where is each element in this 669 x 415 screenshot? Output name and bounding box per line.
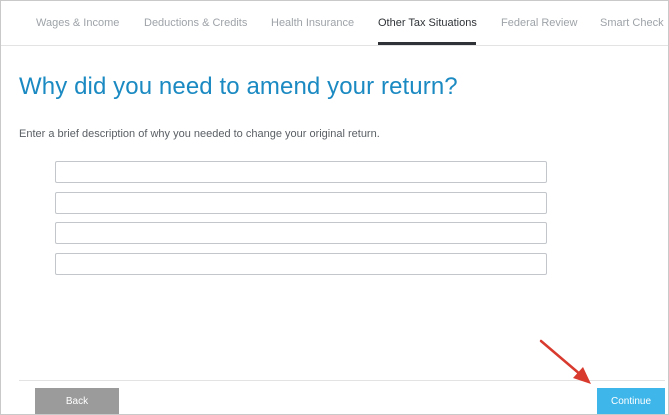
tab-other-tax-situations[interactable]: Other Tax Situations [378, 17, 477, 29]
red-arrow-icon [539, 339, 591, 384]
back-button[interactable]: Back [35, 388, 119, 414]
tab-federal-review[interactable]: Federal Review [501, 17, 577, 29]
step-tabs: Wages & Income Deductions & Credits Heal… [1, 1, 668, 46]
page-title: Why did you need to amend your return? [19, 73, 458, 100]
tab-health-insurance[interactable]: Health Insurance [271, 17, 354, 29]
tab-wages-income[interactable]: Wages & Income [36, 17, 119, 29]
tab-deductions-credits[interactable]: Deductions & Credits [144, 17, 247, 29]
reason-line-2-input[interactable] [55, 192, 547, 214]
reason-line-1-input[interactable] [55, 161, 547, 183]
active-tab-indicator [378, 42, 476, 45]
continue-button[interactable]: Continue [597, 388, 665, 414]
tab-smart-check[interactable]: Smart Check [600, 17, 664, 29]
instruction-text: Enter a brief description of why you nee… [19, 128, 380, 140]
page-frame: Wages & Income Deductions & Credits Heal… [0, 0, 669, 415]
reason-line-4-input[interactable] [55, 253, 547, 275]
reason-line-3-input[interactable] [55, 222, 547, 244]
